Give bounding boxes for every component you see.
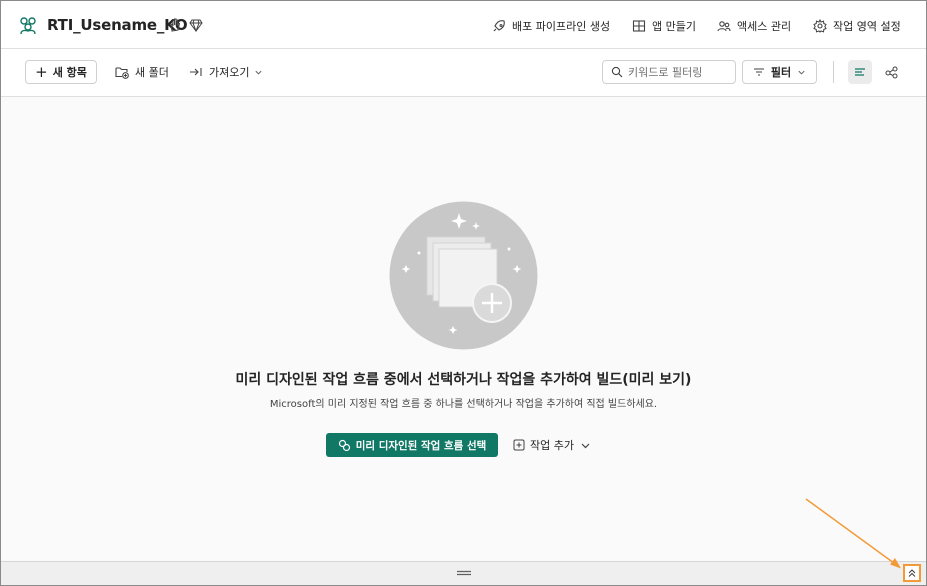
filter-label: 필터	[770, 66, 792, 79]
workspace-title: RTI_Usename_KO	[47, 16, 188, 34]
chevron-down-icon	[798, 70, 805, 75]
select-predesigned-flow-button[interactable]: 미리 디자인된 작업 흐름 선택	[326, 433, 498, 457]
workspace-toolbar: + 새 항목 새 폴더 가져오기 키워드로 필터링 필터	[1, 49, 926, 97]
filter-search-box[interactable]	[602, 60, 736, 84]
chevron-down-icon	[255, 70, 263, 75]
add-box-icon	[513, 439, 525, 451]
resize-grip-icon[interactable]	[456, 569, 472, 577]
import-dropdown[interactable]: 가져오기	[189, 63, 263, 81]
add-task-label: 작업 추가	[530, 439, 574, 452]
empty-state-title: 미리 디자인된 작업 흐름 중에서 선택하거나 작업을 추가하여 빌드(미리 보…	[235, 372, 692, 388]
new-item-button[interactable]: + 새 항목	[25, 60, 97, 84]
empty-state-subtitle: Microsoft의 미리 지정된 작업 흐름 중 하나를 선택하거나 작업을 …	[269, 399, 658, 410]
manage-access-button[interactable]: 액세스 관리	[717, 16, 791, 36]
chevron-down-icon	[581, 443, 590, 448]
people-icon	[717, 21, 731, 32]
premium-diamond-icon	[189, 19, 203, 32]
workspace-settings-button[interactable]: 작업 영역 설정	[813, 16, 901, 36]
filter-button[interactable]: 필터	[742, 60, 817, 84]
filter-lines-icon	[753, 68, 764, 76]
rocket-icon	[493, 20, 505, 32]
workspace-icon	[20, 17, 36, 35]
keyword-filter-input[interactable]	[628, 65, 728, 79]
create-app-label: 앱 만들기	[652, 20, 696, 33]
list-view-icon	[855, 68, 865, 76]
import-arrow-icon	[190, 68, 202, 76]
create-deployment-pipeline-label: 배포 파이프라인 생성	[512, 20, 611, 33]
new-folder-button[interactable]: 새 폴더	[115, 63, 169, 81]
task-flow-icon	[338, 439, 350, 451]
new-folder-label: 새 폴더	[135, 66, 169, 79]
bottom-panel-bar	[1, 561, 926, 585]
lineage-icon	[885, 66, 897, 78]
workspace-header: RTI_Usename_KO 배포 파이프라인 생성 앱 만들기 액세스 관리 …	[1, 1, 926, 49]
add-task-dropdown[interactable]: 작업 추가	[513, 433, 593, 457]
workspace-settings-label: 작업 영역 설정	[833, 20, 901, 33]
workspace-window: RTI_Usename_KO 배포 파이프라인 생성 앱 만들기 액세스 관리 …	[0, 0, 927, 586]
new-item-label: 새 항목	[52, 66, 87, 79]
search-icon	[611, 66, 623, 78]
select-predesigned-flow-label: 미리 디자인된 작업 흐름 선택	[355, 439, 487, 452]
manage-access-label: 액세스 관리	[737, 20, 792, 33]
app-grid-icon	[632, 20, 646, 32]
folder-add-icon	[115, 67, 129, 79]
hand-icon	[170, 18, 181, 32]
import-label: 가져오기	[209, 66, 250, 79]
plus-icon: +	[35, 62, 48, 81]
expand-panel-button[interactable]	[903, 564, 921, 582]
list-view-button[interactable]	[848, 60, 872, 84]
create-app-button[interactable]: 앱 만들기	[632, 16, 696, 36]
double-chevron-up-icon	[908, 569, 916, 577]
create-deployment-pipeline-button[interactable]: 배포 파이프라인 생성	[492, 16, 610, 36]
toolbar-divider	[833, 61, 834, 83]
empty-state-illustration	[389, 201, 538, 350]
lineage-view-button[interactable]	[879, 60, 903, 84]
gear-icon	[813, 19, 827, 33]
